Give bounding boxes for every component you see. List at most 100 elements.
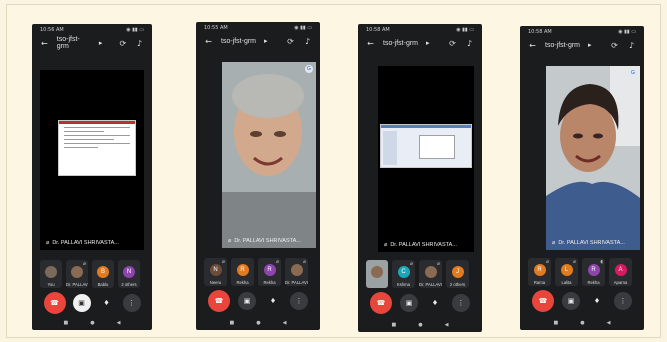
participant-tile[interactable]: ⌀ Dr. PALLAVI <box>285 258 308 286</box>
status-time: 10:56 AM <box>40 27 64 33</box>
participant-tile[interactable]: ⌀ R Rama <box>528 258 551 286</box>
microphone-icon: ♦ <box>593 297 601 305</box>
participant-tile[interactable]: B Bablu <box>92 260 114 288</box>
more-button[interactable]: ⋮ <box>452 294 470 312</box>
back-icon[interactable]: ◀ <box>607 320 611 326</box>
mic-off-icon: ⌀ <box>436 261 440 267</box>
mic-button[interactable]: ♦ <box>426 294 444 312</box>
camera-button[interactable]: ▣ <box>72 294 91 312</box>
participant-tile[interactable]: ⌀ N Neeru <box>204 258 227 286</box>
participant-strip: ⌀ R Rama ⌀ L Lalita ◖ R Rekha A Aparna <box>528 258 636 286</box>
camera-button[interactable]: ▣ <box>562 292 580 310</box>
back-icon[interactable]: ◀ <box>283 320 287 326</box>
mic-button[interactable]: ♦ <box>588 292 606 310</box>
camera-icon: ▣ <box>405 299 413 307</box>
meeting-code[interactable]: tso-jfst-grm <box>221 38 256 45</box>
participant-tile[interactable]: R Rekha <box>231 258 254 286</box>
speaker-icon[interactable]: ♪ <box>135 39 144 48</box>
end-call-button[interactable]: ☎ <box>43 292 66 314</box>
recents-icon[interactable]: ■ <box>392 322 397 328</box>
meeting-code[interactable]: tso-jfst-grm <box>57 36 91 50</box>
mic-button[interactable]: ♦ <box>98 294 116 312</box>
home-icon[interactable]: ● <box>580 320 584 326</box>
phone-screen-4: 10:58 AM ◉ ▮▮ ▭ ← tso-jfst-grm ▸ ⟳ ♪ G ⌀… <box>520 26 644 330</box>
participant-tile[interactable]: J2 others <box>446 260 469 288</box>
status-icons: ◉ ▮▮ ▭ <box>618 29 636 35</box>
avatar: R <box>587 264 600 276</box>
avatar: R <box>263 264 276 276</box>
recents-icon[interactable]: ■ <box>230 320 235 326</box>
main-video-tile[interactable]: ⌀ Dr. PALLAVI SHRIVASTA... <box>40 70 144 250</box>
pin-icon[interactable]: G <box>629 69 637 77</box>
participant-tile[interactable]: A Aparna <box>609 258 632 286</box>
mic-off-icon: ⌀ <box>221 259 225 265</box>
arrow-left-icon[interactable]: ← <box>204 37 213 46</box>
mic-off-icon: ⌀ <box>384 242 388 248</box>
switch-camera-icon[interactable]: ⟳ <box>286 37 295 46</box>
participant-tile[interactable] <box>366 260 388 288</box>
meeting-header: ← tso-jfst-grm ▸ ⟳ ♪ <box>520 38 644 52</box>
participant-tile[interactable]: N2 others <box>118 260 140 288</box>
mic-off-icon: ⌀ <box>552 240 556 246</box>
pin-icon[interactable]: G <box>305 65 313 73</box>
avatar <box>290 264 303 276</box>
meeting-code[interactable]: tso-jfst-grm <box>545 42 580 49</box>
android-nav-bar: ■ ● ◀ <box>358 320 482 330</box>
switch-camera-icon[interactable]: ⟳ <box>118 39 127 48</box>
switch-camera-icon[interactable]: ⟳ <box>610 41 619 50</box>
more-button[interactable]: ⋮ <box>614 292 632 310</box>
speaker-icon[interactable]: ♪ <box>303 37 312 46</box>
mic-off-icon: ⌀ <box>82 261 86 267</box>
presentation-slide <box>58 120 136 176</box>
back-icon[interactable]: ◀ <box>117 320 121 326</box>
participant-tile[interactable]: You <box>40 260 62 288</box>
more-button[interactable]: ⋮ <box>122 294 141 312</box>
meeting-header: ← tso-jfst-grm ▸ ⟳ ♪ <box>32 36 152 50</box>
main-video-tile[interactable]: G ⌀ Dr. PALLAVI SHRIVASTA... <box>546 66 640 250</box>
end-call-button[interactable]: ☎ <box>208 290 230 312</box>
camera-icon: ▣ <box>567 297 575 305</box>
home-icon[interactable]: ● <box>256 320 260 326</box>
more-button[interactable]: ⋮ <box>290 292 308 310</box>
avatar: N <box>123 266 135 278</box>
end-call-button[interactable]: ☎ <box>532 290 554 312</box>
avatar <box>45 266 57 278</box>
arrow-left-icon[interactable]: ← <box>366 39 375 48</box>
participant-tile[interactable]: ◖ R Rekha <box>582 258 605 286</box>
mic-button[interactable]: ♦ <box>264 292 282 310</box>
chevron-right-icon: ▸ <box>426 40 430 47</box>
phone-hangup-icon: ☎ <box>538 297 548 305</box>
participant-tile[interactable]: ⌀ C Kshma <box>392 260 415 288</box>
status-icons: ◉ ▮▮ ▭ <box>456 27 474 33</box>
home-icon[interactable]: ● <box>418 322 422 328</box>
participant-strip: ⌀ N Neeru R Rekha ⌀ R Rekha ⌀ Dr. PALLAVI <box>204 258 312 286</box>
speaker-icon[interactable]: ♪ <box>627 41 636 50</box>
end-call-button[interactable]: ☎ <box>370 292 392 314</box>
camera-button[interactable]: ▣ <box>238 292 256 310</box>
avatar <box>371 266 383 278</box>
switch-camera-icon[interactable]: ⟳ <box>448 39 457 48</box>
avatar: J <box>451 266 464 278</box>
participant-strip: You ⌀ Dr. PALLAVI B Bablu N2 others <box>40 260 144 288</box>
avatar: B <box>97 266 109 278</box>
recents-icon[interactable]: ■ <box>64 320 69 326</box>
android-nav-bar: ■ ● ◀ <box>196 318 320 328</box>
back-icon[interactable]: ◀ <box>445 322 449 328</box>
participant-tile[interactable]: ⌀ L Lalita <box>555 258 578 286</box>
meeting-code[interactable]: tso-jfst-grm <box>383 40 418 47</box>
arrow-left-icon[interactable]: ← <box>528 41 537 50</box>
home-icon[interactable]: ● <box>90 320 94 326</box>
participant-video <box>546 66 640 250</box>
chevron-right-icon: ▸ <box>264 38 268 45</box>
participant-tile[interactable]: ⌀ R Rekha <box>258 258 281 286</box>
main-video-tile[interactable]: ⌀ Dr. PALLAVI SHRIVASTA... <box>378 66 474 252</box>
call-controls: ☎ ▣ ♦ ⋮ <box>32 292 152 314</box>
speaker-icon[interactable]: ♪ <box>465 39 474 48</box>
participant-video <box>222 62 316 248</box>
participant-tile[interactable]: ⌀ Dr. PALLAVI <box>66 260 88 288</box>
main-video-tile[interactable]: G ⌀ Dr. PALLAVI SHRIVASTA... <box>222 62 316 248</box>
recents-icon[interactable]: ■ <box>554 320 559 326</box>
arrow-left-icon[interactable]: ← <box>40 39 49 48</box>
participant-tile[interactable]: ⌀ Dr. PALLAVI <box>419 260 442 288</box>
camera-button[interactable]: ▣ <box>400 294 418 312</box>
